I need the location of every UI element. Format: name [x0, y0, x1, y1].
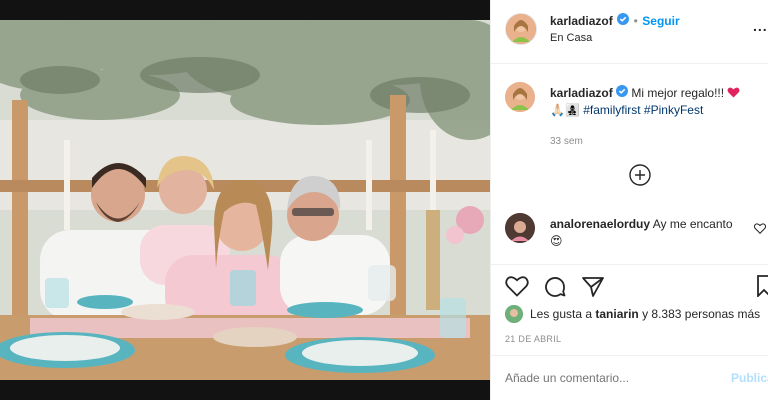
comment-text: Ay me encanto	[652, 217, 733, 231]
post-header: karladiazof • Seguir En Casa	[505, 12, 680, 46]
comment-avatar-image	[505, 213, 535, 243]
header-divider	[491, 63, 768, 64]
comment-icon[interactable]	[543, 275, 567, 304]
comment-emoji: 😍	[550, 234, 563, 248]
caption-emojis: 🙏🏻👩‍👧‍👦	[550, 103, 580, 118]
comment-username[interactable]: analorenaelorduy	[550, 217, 650, 231]
header-dot: •	[633, 13, 638, 28]
add-comment-input[interactable]	[505, 368, 705, 388]
share-icon[interactable]	[581, 275, 605, 304]
add-circle-icon	[629, 164, 651, 190]
likes-suffix[interactable]: y 8.383 personas más	[642, 307, 760, 321]
caption-verified-icon	[616, 85, 629, 102]
heart-icon[interactable]	[505, 275, 529, 302]
more-icon[interactable]: ...	[753, 18, 768, 34]
likes-row: Les gusta a taniarin y 8.383 personas má…	[505, 305, 760, 323]
red-heart-emoji	[727, 86, 740, 100]
load-more-comments-button[interactable]	[629, 164, 651, 191]
actions-divider	[491, 264, 768, 265]
post-date[interactable]: 21 DE ABRIL	[505, 334, 561, 344]
caption-text: Mi mejor regalo!!!	[631, 86, 725, 100]
comment-row: analorenaelorduy Ay me encanto 😍	[505, 213, 768, 253]
post-image[interactable]	[0, 20, 490, 380]
hashtag-familyfirst[interactable]: #familyfirst	[583, 103, 640, 117]
comment-avatar[interactable]	[505, 213, 535, 243]
post-sidebar: karladiazof • Seguir En Casa ... karladi…	[490, 0, 768, 400]
verified-icon	[617, 12, 630, 29]
like-comment-heart-icon[interactable]	[753, 221, 767, 239]
caption-avatar-image	[505, 82, 535, 112]
hashtag-pinkyfest[interactable]: #PinkyFest	[644, 103, 703, 117]
likes-avatar-image	[505, 305, 523, 323]
avatar-image	[506, 14, 536, 44]
likes-user[interactable]: taniarin	[595, 307, 638, 321]
follow-button[interactable]: Seguir	[642, 14, 679, 28]
publish-button[interactable]: Publicar	[731, 371, 768, 385]
add-comment-bar: Publicar	[491, 356, 768, 400]
avatar[interactable]	[505, 13, 537, 45]
family-dinner-photo	[0, 20, 490, 380]
caption-time[interactable]: 33 sem	[550, 133, 765, 150]
action-bar	[505, 275, 768, 299]
caption-username[interactable]: karladiazof	[550, 86, 613, 100]
post-photo[interactable]	[0, 0, 490, 400]
likes-prefix: Les gusta a	[530, 307, 593, 321]
header-username[interactable]: karladiazof	[550, 14, 613, 28]
location-link[interactable]: En Casa	[550, 30, 680, 47]
likes-avatar[interactable]	[505, 305, 523, 323]
bookmark-icon[interactable]	[757, 275, 768, 302]
caption-avatar[interactable]	[505, 82, 535, 112]
